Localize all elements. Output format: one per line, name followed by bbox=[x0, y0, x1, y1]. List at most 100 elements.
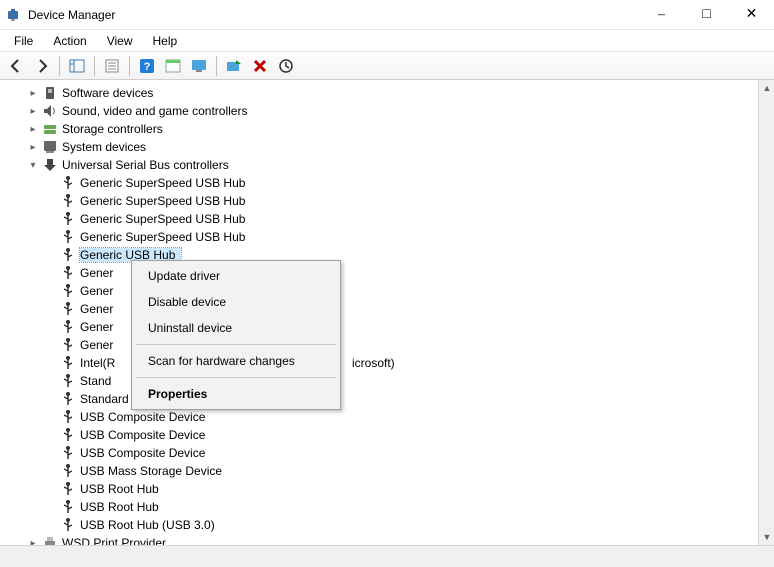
device-label: Gener bbox=[80, 266, 119, 280]
device-label-suffix: icrosoft) bbox=[352, 356, 395, 370]
category-icon bbox=[42, 85, 62, 101]
tree-category[interactable]: ▸Storage controllers bbox=[8, 120, 758, 138]
category-label: WSD Print Provider bbox=[62, 536, 172, 545]
tree-device[interactable]: Generic USB Hub bbox=[8, 246, 758, 264]
usb-icon bbox=[60, 481, 80, 497]
action-dropdown-button[interactable] bbox=[161, 54, 185, 78]
tree-device[interactable]: Generic SuperSpeed USB Hub bbox=[8, 174, 758, 192]
menu-file[interactable]: File bbox=[4, 32, 43, 50]
tree-device[interactable]: Generic SuperSpeed USB Hub bbox=[8, 228, 758, 246]
cm-uninstall-device[interactable]: Uninstall device bbox=[134, 315, 338, 341]
usb-icon bbox=[60, 427, 80, 443]
scroll-up-button[interactable]: ▲ bbox=[759, 80, 774, 96]
tree-device[interactable]: Intel(R icrosoft) bbox=[8, 354, 758, 372]
tree-device[interactable]: Gener bbox=[8, 318, 758, 336]
device-label: USB Composite Device bbox=[80, 410, 211, 424]
device-label: USB Mass Storage Device bbox=[80, 464, 228, 478]
device-label: Generic SuperSpeed USB Hub bbox=[80, 230, 251, 244]
help-button[interactable] bbox=[135, 54, 159, 78]
category-icon bbox=[42, 535, 62, 545]
usb-icon bbox=[60, 391, 80, 407]
usb-icon bbox=[60, 211, 80, 227]
usb-icon bbox=[60, 193, 80, 209]
tree-device[interactable]: Generic SuperSpeed USB Hub bbox=[8, 210, 758, 228]
cm-scan-hardware[interactable]: Scan for hardware changes bbox=[134, 348, 338, 374]
tree-device[interactable]: Stand bbox=[8, 372, 758, 390]
usb-icon bbox=[60, 463, 80, 479]
expander-icon[interactable]: ▸ bbox=[26, 536, 40, 545]
category-icon bbox=[42, 139, 62, 155]
category-label: Universal Serial Bus controllers bbox=[62, 158, 235, 172]
update-driver-button[interactable] bbox=[274, 54, 298, 78]
usb-icon bbox=[60, 355, 80, 371]
tree-category[interactable]: ▸ Software devices bbox=[8, 84, 758, 102]
device-label: Gener bbox=[80, 284, 119, 298]
cm-disable-device[interactable]: Disable device bbox=[134, 289, 338, 315]
tree-device[interactable]: USB Composite Device bbox=[8, 408, 758, 426]
toolbar-separator bbox=[59, 56, 60, 76]
tree-category[interactable]: ▾ Universal Serial Bus controllers bbox=[8, 156, 758, 174]
titlebar: Device Manager – □ ✕ bbox=[0, 0, 774, 30]
device-label: Generic SuperSpeed USB Hub bbox=[80, 194, 251, 208]
tree-device[interactable]: Gener bbox=[8, 300, 758, 318]
close-button[interactable]: ✕ bbox=[729, 0, 774, 30]
monitor-icon bbox=[191, 58, 207, 74]
device-label: Intel(R bbox=[80, 356, 121, 370]
cm-properties[interactable]: Properties bbox=[134, 381, 338, 407]
toolbar bbox=[0, 52, 774, 80]
scan-hardware-button[interactable] bbox=[222, 54, 246, 78]
tree-device[interactable]: USB Root Hub (USB 3.0) bbox=[8, 516, 758, 534]
minimize-button[interactable]: – bbox=[639, 0, 684, 30]
tree-device[interactable]: Gener bbox=[8, 336, 758, 354]
back-button[interactable] bbox=[4, 54, 28, 78]
cm-separator bbox=[136, 344, 336, 345]
expander-icon[interactable]: ▸ bbox=[26, 140, 40, 154]
scan-hardware-icon bbox=[226, 58, 242, 74]
tree-device[interactable]: Standard Enhanced PCI to USB Host Contro… bbox=[8, 390, 758, 408]
tree-device[interactable]: USB Mass Storage Device bbox=[8, 462, 758, 480]
category-icon bbox=[42, 121, 62, 137]
expander-icon[interactable]: ▸ bbox=[26, 122, 40, 136]
expander-icon[interactable]: ▸ bbox=[26, 104, 40, 118]
device-label: Generic SuperSpeed USB Hub bbox=[80, 176, 251, 190]
menu-help[interactable]: Help bbox=[143, 32, 188, 50]
uninstall-button[interactable] bbox=[248, 54, 272, 78]
category-label: Software devices bbox=[62, 86, 159, 100]
tree-device[interactable]: USB Composite Device bbox=[8, 444, 758, 462]
expander-icon[interactable]: ▸ bbox=[26, 86, 40, 100]
usb-icon bbox=[60, 337, 80, 353]
maximize-button[interactable]: □ bbox=[684, 0, 729, 30]
scroll-down-button[interactable]: ▼ bbox=[759, 529, 774, 545]
device-tree[interactable]: ▸ Software devices ▸Sound, video and game … bbox=[0, 80, 758, 545]
tree-device[interactable]: USB Composite Device bbox=[8, 426, 758, 444]
console-tree-icon bbox=[69, 58, 85, 74]
tree-category[interactable]: ▸Sound, video and game controllers bbox=[8, 102, 758, 120]
show-hidden-button[interactable] bbox=[187, 54, 211, 78]
usb-icon bbox=[60, 409, 80, 425]
properties-button[interactable] bbox=[100, 54, 124, 78]
device-label: USB Root Hub bbox=[80, 482, 165, 496]
tree-device[interactable]: Gener bbox=[8, 264, 758, 282]
expander-icon[interactable]: ▾ bbox=[26, 158, 40, 172]
tree-device[interactable]: Generic SuperSpeed USB Hub bbox=[8, 192, 758, 210]
usb-icon bbox=[60, 517, 80, 533]
tree-device[interactable]: USB Root Hub bbox=[8, 480, 758, 498]
forward-button[interactable] bbox=[30, 54, 54, 78]
usb-icon bbox=[60, 229, 80, 245]
console-tree-button[interactable] bbox=[65, 54, 89, 78]
device-label: Gener bbox=[80, 302, 119, 316]
menu-view[interactable]: View bbox=[97, 32, 143, 50]
back-arrow-icon bbox=[8, 58, 24, 74]
menu-action[interactable]: Action bbox=[43, 32, 96, 50]
category-icon bbox=[42, 157, 62, 173]
tree-device[interactable]: Gener bbox=[8, 282, 758, 300]
usb-icon bbox=[60, 319, 80, 335]
toolbar-separator bbox=[129, 56, 130, 76]
tree-category[interactable]: ▸ WSD Print Provider bbox=[8, 534, 758, 545]
cm-update-driver[interactable]: Update driver bbox=[134, 263, 338, 289]
tree-device[interactable]: USB Root Hub bbox=[8, 498, 758, 516]
vertical-scrollbar[interactable]: ▲ ▼ bbox=[758, 80, 774, 545]
forward-arrow-icon bbox=[34, 58, 50, 74]
device-label: USB Composite Device bbox=[80, 446, 211, 460]
tree-category[interactable]: ▸System devices bbox=[8, 138, 758, 156]
